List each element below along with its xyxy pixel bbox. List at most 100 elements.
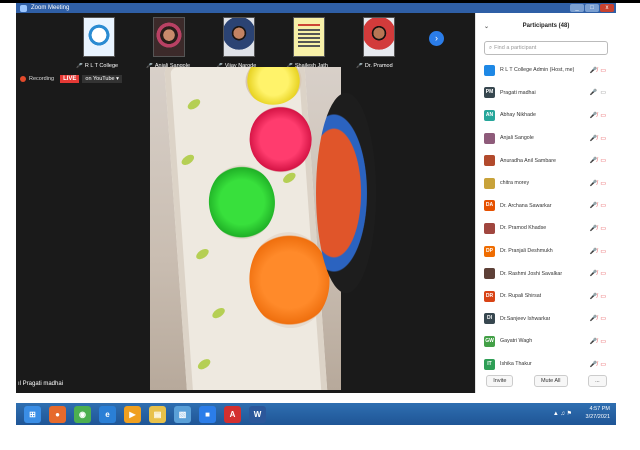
participant-thumbnail[interactable]: 🎤 Dr. Pramod	[356, 17, 400, 69]
clock-time: 4:57 PM	[589, 406, 610, 412]
green-color-powder	[206, 163, 278, 242]
mic-muted-icon[interactable]: 🎤̸	[590, 361, 597, 368]
word-taskbar-icon[interactable]: W	[249, 405, 266, 423]
shared-document-thumbnail	[293, 17, 325, 57]
avatar	[484, 132, 495, 144]
firefox-taskbar-icon[interactable]: ●	[49, 405, 66, 423]
mic-muted-icon[interactable]: 🎤̸	[590, 135, 597, 142]
ie-taskbar-icon[interactable]: e	[99, 405, 116, 423]
participant-row[interactable]: DI Dr.Sanjeev Ishwarkar 🎤̸ ▭	[476, 308, 616, 331]
participant-row[interactable]: DP Dr. Pranjali Deshmukh 🎤̸ ▭	[476, 240, 616, 263]
video-off-icon[interactable]: ▭	[600, 270, 606, 277]
participant-row[interactable]: IT Ishika Thakur 🎤̸ ▭	[476, 353, 616, 376]
participant-row[interactable]: Dr. Rashmi Joshi Savalkar 🎤̸ ▭	[476, 262, 616, 285]
tray-image	[163, 67, 333, 390]
chrome-taskbar-icon[interactable]: ◉	[74, 405, 91, 423]
clock-date: 3/27/2021	[585, 414, 610, 420]
participant-thumbnail[interactable]: 🎤 R L T College	[76, 17, 120, 69]
explorer-taskbar-icon[interactable]: ▤	[149, 405, 166, 423]
system-tray[interactable]: ▲ ♫ ⚑	[553, 410, 572, 417]
taskbar-clock[interactable]: 4:57 PM 3/27/2021	[586, 405, 610, 421]
zoom-app-icon	[20, 4, 27, 12]
avatar	[484, 222, 495, 234]
participant-name: R L T College Admin (Host, me)	[500, 67, 575, 74]
media-taskbar-icon[interactable]: ▶	[124, 405, 141, 423]
chevron-down-icon[interactable]: ⌄	[484, 23, 489, 30]
video-off-icon[interactable]: ▭	[600, 338, 606, 345]
maximize-button[interactable]: □	[585, 4, 599, 12]
mic-muted-icon[interactable]: 🎤̸	[590, 315, 597, 322]
recording-dot-icon	[20, 76, 26, 82]
minimize-button[interactable]: _	[570, 4, 584, 12]
participant-row[interactable]: DA Dr. Archana Sawarkar 🎤̸ ▭	[476, 195, 616, 218]
participant-name: Abhay Nikhade	[500, 112, 536, 119]
participant-row[interactable]: PM Pragati madhai 🎤 ▭	[476, 82, 616, 105]
video-off-icon[interactable]: ▭	[600, 157, 606, 164]
panel-header: ⌄ Participants (48)	[476, 13, 616, 39]
blue-bowl-image	[316, 93, 376, 293]
mic-muted-icon[interactable]: 🎤̸	[590, 112, 597, 119]
participant-row[interactable]: AN Abhay Nikhade 🎤̸ ▭	[476, 104, 616, 127]
next-page-arrow-icon[interactable]: ›	[429, 31, 444, 46]
mic-muted-icon[interactable]: 🎤̸	[590, 225, 597, 232]
photos-taskbar-icon[interactable]: ▧	[174, 405, 191, 423]
video-icon[interactable]: ▭	[600, 89, 606, 96]
search-input[interactable]: ⌕ Find a participant	[484, 41, 608, 55]
window-controls: _ □ x	[570, 4, 614, 12]
window-titlebar[interactable]: Zoom Meeting _ □ x	[16, 3, 616, 13]
video-off-icon[interactable]: ▭	[600, 180, 606, 187]
participant-name: Dr.Sanjeev Ishwarkar	[500, 315, 551, 322]
participant-row[interactable]: Anuradha Anil Sambare 🎤̸ ▭	[476, 149, 616, 172]
participant-name: Dr. Rashmi Joshi Savalkar	[500, 270, 563, 277]
pink-color-powder	[247, 104, 314, 175]
participant-row[interactable]: GW Gayatri Wagh 🎤̸ ▭	[476, 330, 616, 353]
video-off-icon[interactable]: ▭	[600, 135, 606, 142]
participant-thumbnail[interactable]: 🎤 Anjali Sangole	[146, 17, 190, 69]
window-title: Zoom Meeting	[31, 5, 70, 11]
mic-muted-icon[interactable]: 🎤̸	[590, 202, 597, 209]
more-options-button[interactable]: ...	[588, 375, 607, 387]
participant-name: Anuradha Anil Sambare	[500, 157, 556, 164]
mute-all-button[interactable]: Mute All	[533, 375, 568, 387]
mic-muted-icon[interactable]: 🎤̸	[590, 180, 597, 187]
avatar: IT	[484, 358, 495, 370]
college-logo	[83, 17, 115, 57]
video-off-icon[interactable]: ▭	[600, 248, 606, 255]
acrobat-taskbar-icon[interactable]: A	[224, 405, 241, 423]
video-off-icon[interactable]: ▭	[600, 293, 606, 300]
video-off-icon[interactable]: ▭	[600, 112, 606, 119]
thumbnail-name: Dr. Pramod	[364, 63, 393, 69]
zoom-taskbar-icon[interactable]: ■	[199, 405, 216, 423]
yellow-color-powder	[243, 67, 304, 107]
avatar	[484, 64, 495, 76]
mic-muted-icon[interactable]: 🎤̸	[590, 157, 597, 164]
mic-muted-icon[interactable]: 🎤̸	[590, 293, 597, 300]
participant-thumbnail[interactable]: 🎤 Vijay Narode	[216, 17, 260, 69]
close-button[interactable]: x	[600, 4, 614, 12]
video-off-icon[interactable]: ▭	[600, 361, 606, 368]
mic-muted-icon[interactable]: 🎤̸	[590, 270, 597, 277]
participant-row[interactable]: Anjali Sangole 🎤̸ ▭	[476, 127, 616, 150]
mic-icon[interactable]: 🎤	[590, 89, 597, 96]
participant-row[interactable]: R L T College Admin (Host, me) 🎤̸ ▭	[476, 59, 616, 82]
recording-indicator[interactable]: Recording LIVE on YouTube ▾	[20, 73, 122, 85]
mic-muted-icon[interactable]: 🎤̸	[590, 338, 597, 345]
video-off-icon[interactable]: ▭	[600, 315, 606, 322]
mic-muted-icon[interactable]: 🎤̸	[590, 248, 597, 255]
thumbnail-strip: 🎤 R L T College 🎤 Anjali Sangole 🎤 Vijay Na…	[76, 17, 400, 69]
participant-thumbnail[interactable]: 🎤 Shailesh Jath	[286, 17, 330, 69]
video-off-icon[interactable]: ▭	[600, 225, 606, 232]
participant-row[interactable]: DR Dr. Rupali Shirsat 🎤̸ ▭	[476, 285, 616, 308]
start-taskbar-icon[interactable]: ⊞	[24, 405, 41, 423]
avatar: DR	[484, 290, 495, 302]
participant-row[interactable]: chitra morey 🎤̸ ▭	[476, 172, 616, 195]
video-off-icon[interactable]: ▭	[600, 67, 606, 74]
mic-muted-icon[interactable]: 🎤̸	[590, 67, 597, 74]
participants-panel: ⌄ Participants (48) ⌕ Find a participant…	[475, 13, 616, 393]
avatar: AN	[484, 109, 495, 121]
video-off-icon[interactable]: ▭	[600, 202, 606, 209]
participant-name: Pragati madhai	[500, 89, 536, 96]
participant-row[interactable]: Dr. Pramod Khadse 🎤̸ ▭	[476, 217, 616, 240]
invite-button[interactable]: Invite	[486, 375, 514, 387]
youtube-stream-dropdown[interactable]: on YouTube ▾	[82, 75, 122, 83]
